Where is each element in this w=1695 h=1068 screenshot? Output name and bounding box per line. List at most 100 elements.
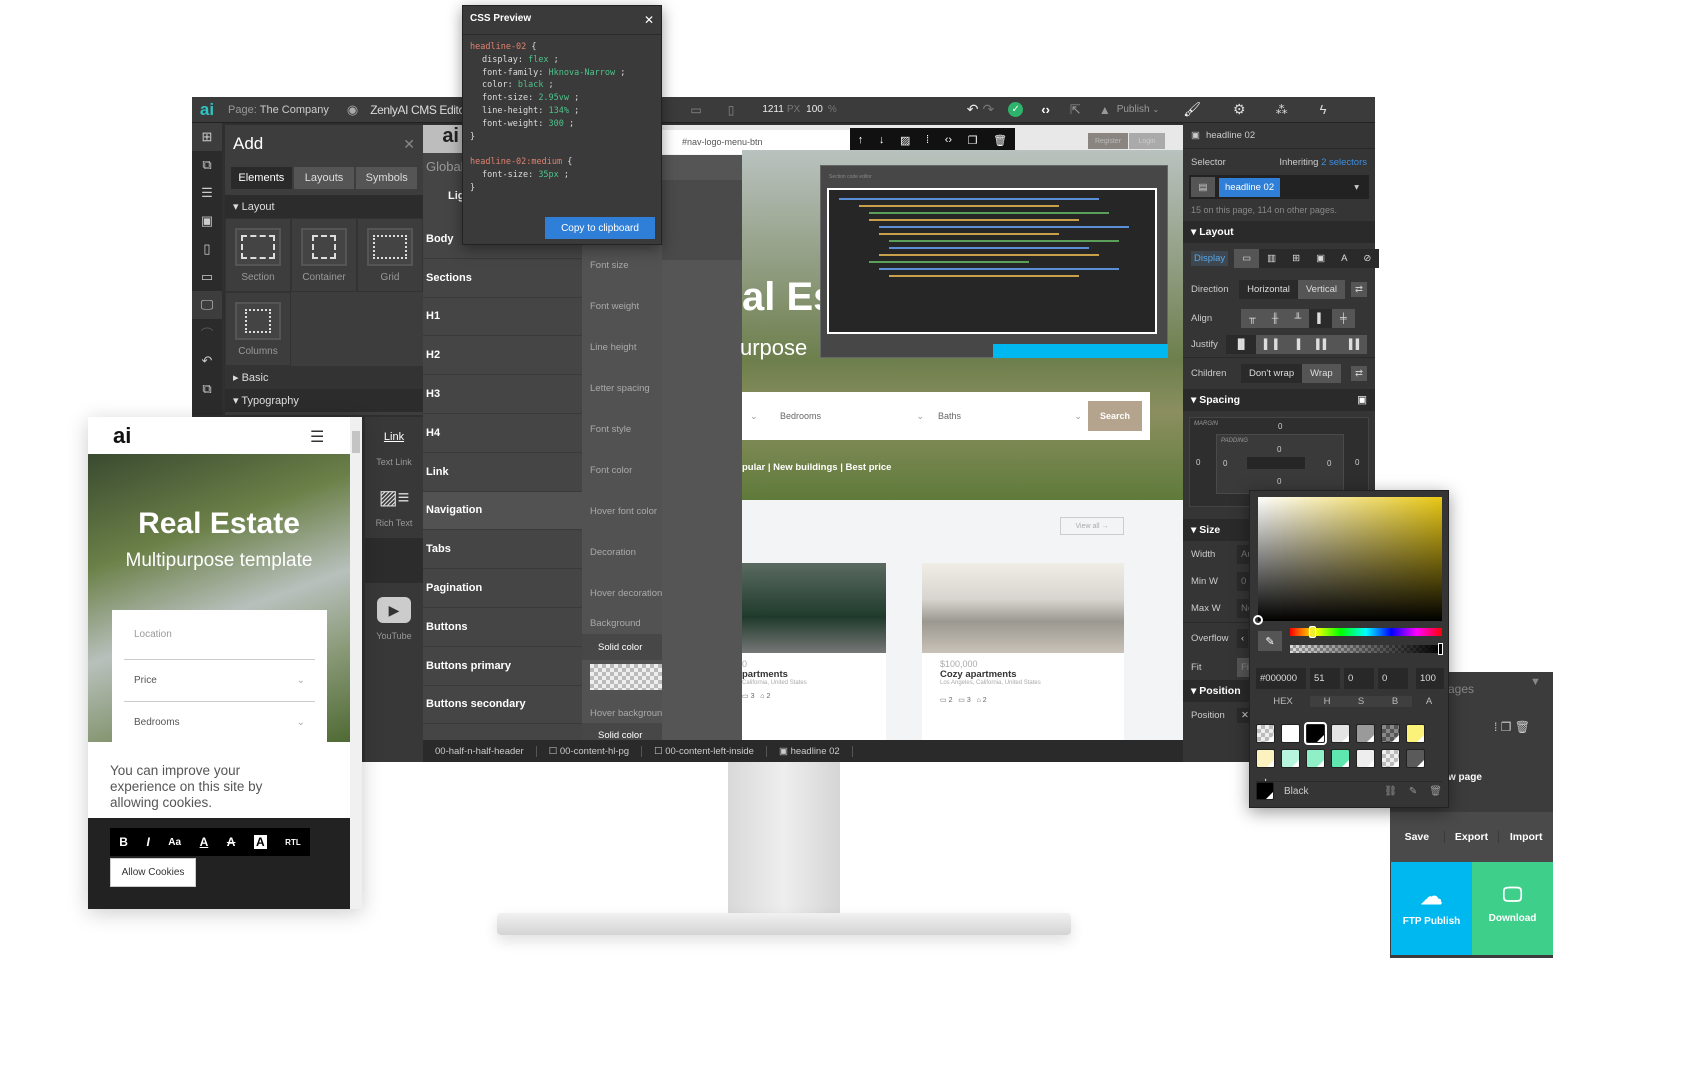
copy-to-clipboard-button[interactable]: Copy to clipboard (545, 217, 655, 239)
duplicate-icon[interactable]: ❐ (968, 134, 978, 147)
mobile-icon[interactable]: ▯ (728, 103, 735, 117)
register-button[interactable]: Register (1088, 133, 1128, 149)
breadcrumb-item[interactable]: 00-half-n-half-header (423, 745, 537, 757)
breadcrumb-item[interactable]: headline 02 (791, 746, 840, 757)
layout-section-header[interactable]: ▾ Layout (225, 195, 423, 218)
color-swatch[interactable] (1381, 749, 1400, 768)
brightness-input[interactable]: 0 (1378, 668, 1408, 689)
rtl-button[interactable]: RTL (285, 838, 301, 847)
eyedropper-icon[interactable]: ✎ (1258, 631, 1282, 651)
color-swatch[interactable] (1281, 724, 1300, 743)
import-button[interactable]: Import (1498, 831, 1553, 843)
bedrooms-select[interactable]: Bedrooms ⌄ (124, 702, 315, 742)
highlight-button[interactable]: A (253, 835, 267, 849)
close-icon[interactable]: ✕ (403, 136, 415, 153)
publish-button[interactable]: Publish (1117, 104, 1150, 115)
color-swatch[interactable] (1331, 749, 1350, 768)
saturation-value-area[interactable] (1258, 497, 1442, 621)
background-swatch[interactable] (590, 664, 662, 690)
hex-input[interactable]: #000000 (1256, 668, 1306, 689)
align-options[interactable]: ╥ ╫ ╨ ▌ ╪ (1241, 308, 1355, 328)
style-item[interactable]: H2 (423, 336, 582, 376)
direction-horizontal[interactable]: Horizontal (1239, 280, 1298, 299)
color-swatch[interactable] (1281, 749, 1300, 768)
property-card[interactable]: 0 partments California, United States ▭ … (742, 563, 886, 740)
settings-icon[interactable]: ⁞ (926, 134, 929, 146)
pages-icon[interactable]: ⧉ (192, 151, 222, 179)
tile-grid[interactable]: Grid (357, 218, 423, 292)
style-item[interactable]: H3 (423, 375, 582, 414)
style-item[interactable]: Link (423, 453, 582, 492)
spacing-toggle-icon[interactable]: ▣ (1357, 394, 1367, 406)
selector-chip[interactable]: headline 02 (1219, 177, 1281, 197)
margin-right[interactable]: 0 (1355, 458, 1359, 467)
code-icon[interactable]: ‹› (945, 134, 952, 146)
assets-icon[interactable]: ▣ (192, 207, 222, 235)
margin-top[interactable]: 0 (1278, 422, 1282, 431)
selector-icon[interactable]: ▤ (1191, 177, 1215, 197)
bolt-icon[interactable]: ϟ (1320, 102, 1327, 117)
style-item[interactable]: Buttons primary (423, 647, 582, 686)
style-item[interactable]: H4 (423, 414, 582, 453)
trash-icon[interactable]: 🗑 (1429, 786, 1442, 797)
layers-icon[interactable]: ☰ (192, 179, 222, 207)
zoom-value[interactable]: 100 (806, 104, 823, 115)
hue-input[interactable]: 51 (1310, 668, 1340, 689)
overflow-visible-icon[interactable]: ‹ (1237, 629, 1249, 648)
justify-options[interactable]: ▐▌ ▌▐ ▐ ▌▌ ▐▐ (1226, 334, 1367, 354)
redo-icon[interactable]: ↷ (983, 101, 995, 118)
image-icon[interactable]: ▨ (900, 134, 910, 147)
baths-select[interactable]: Baths (938, 411, 1074, 421)
style-item[interactable]: Navigation (423, 491, 582, 531)
phone-view-icon[interactable]: ▯ (192, 235, 222, 263)
padding-right[interactable]: 0 (1327, 459, 1331, 468)
tab-layouts[interactable]: Layouts (293, 167, 355, 189)
strikethrough-button[interactable]: A (227, 835, 236, 849)
reverse-icon[interactable]: ⇄ (1351, 366, 1367, 381)
hamburger-menu-icon[interactable]: ☰ (310, 427, 324, 447)
desktop-view-icon[interactable]: 🖵 (192, 291, 222, 319)
brush-icon[interactable]: 🖌 (1183, 101, 1201, 118)
view-all-button[interactable]: View all → (1060, 517, 1124, 535)
color-cursor[interactable] (1253, 615, 1263, 625)
hue-slider[interactable] (1290, 626, 1442, 638)
inheriting-link[interactable]: 2 selectors (1321, 157, 1367, 168)
style-item[interactable]: Sections (423, 259, 582, 298)
code-icon[interactable]: ‹› (1041, 102, 1050, 117)
tablet-view-icon[interactable]: ▭ (192, 263, 222, 291)
close-icon[interactable]: ✕ (644, 13, 654, 27)
move-up-icon[interactable]: ↑ (858, 134, 864, 146)
breadcrumb-item[interactable]: 00-content-left-inside (665, 746, 754, 757)
price-select[interactable]: Price ⌄ (124, 660, 315, 702)
code-area[interactable] (827, 188, 1157, 334)
link-element[interactable]: Link (365, 417, 423, 443)
breadcrumb-item[interactable]: 00-content-hl-pg (560, 746, 629, 757)
gear-icon[interactable]: ⚙ (1233, 101, 1246, 118)
italic-button[interactable]: I (146, 835, 149, 849)
youtube-icon[interactable]: ▶ (377, 597, 411, 623)
bedrooms-select[interactable]: Bedrooms (780, 411, 916, 421)
basic-section-header[interactable]: ▸ Basic (225, 366, 423, 389)
unlink-icon[interactable]: ⛓ (1384, 786, 1397, 797)
style-item[interactable]: Pagination (423, 569, 582, 608)
tile-container[interactable]: Container (291, 218, 357, 292)
color-swatch[interactable] (1306, 749, 1325, 768)
color-swatch[interactable] (1356, 749, 1375, 768)
color-swatch[interactable] (1304, 722, 1327, 745)
external-link-icon[interactable]: ⧉ (192, 375, 222, 403)
login-button[interactable]: Login (1129, 133, 1165, 149)
undo-icon[interactable]: ↶ (967, 101, 979, 118)
typography-section-header[interactable]: ▾ Typography (225, 389, 423, 412)
padding-top[interactable]: 0 (1277, 445, 1281, 454)
redo-icon[interactable]: ⌒ (192, 319, 222, 347)
page-selector[interactable]: The Company (260, 104, 329, 116)
new-page-link[interactable]: w page (1448, 772, 1482, 783)
alpha-input[interactable]: 100 (1416, 668, 1444, 689)
font-size-button[interactable]: Aa (168, 837, 181, 848)
color-swatch[interactable] (1381, 724, 1400, 743)
color-swatch[interactable] (1406, 724, 1425, 743)
children-wrap[interactable]: Wrap (1302, 364, 1341, 383)
layout-section-header[interactable]: ▾ Layout (1183, 221, 1375, 243)
trash-icon[interactable]: 🗑 (993, 134, 1007, 147)
eye-icon[interactable]: ◉ (347, 102, 358, 118)
